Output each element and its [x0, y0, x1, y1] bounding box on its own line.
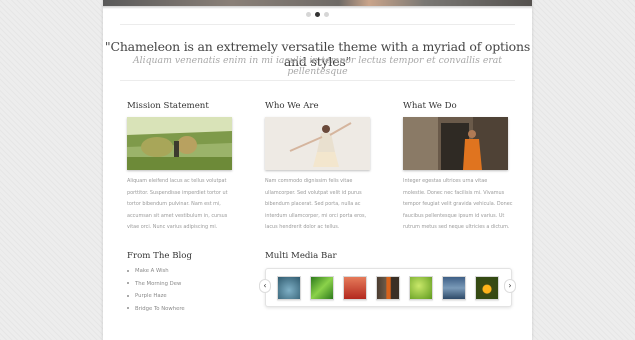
media-thumb-leaf-icon[interactable]	[310, 276, 334, 300]
media-thumb-monk-icon[interactable]	[376, 276, 400, 300]
blog-list: Make A Wish The Morning Dew Purple Haze …	[127, 265, 185, 315]
divider-intro	[120, 80, 515, 81]
featured-slider[interactable]	[103, 0, 532, 9]
blog-item[interactable]: The Morning Dew	[127, 278, 185, 291]
blog-title: From The Blog	[127, 251, 192, 261]
slider-dot-2[interactable]	[315, 12, 320, 17]
media-next-button[interactable]: ›	[504, 279, 516, 293]
intro-subquote: Aliquam venenatis enim in mi iaculis in …	[132, 55, 503, 77]
slider-dot-3[interactable]	[324, 12, 329, 17]
what-we-do-title: What We Do	[403, 101, 457, 111]
blog-item[interactable]: Purple Haze	[127, 290, 185, 303]
who-we-are-image[interactable]	[265, 117, 370, 170]
slider-dots	[306, 12, 329, 17]
blog-item[interactable]: Bridge To Nowhere	[127, 303, 185, 316]
who-we-are-text: Nam commodo dignissim felis vitae ullamco…	[265, 178, 367, 231]
divider-top	[120, 24, 515, 25]
media-thumb-green-sprout-icon[interactable]	[409, 276, 433, 300]
mission-image[interactable]	[127, 117, 232, 170]
blog-item[interactable]: Make A Wish	[127, 265, 185, 278]
media-bar-title: Multi Media Bar	[265, 251, 337, 261]
media-thumb-red-forest-icon[interactable]	[343, 276, 367, 300]
media-thumb-waterfall-icon[interactable]	[442, 276, 466, 300]
mission-statement-title: Mission Statement	[127, 101, 209, 111]
who-we-are-title: Who We Are	[265, 101, 319, 111]
what-we-do-image[interactable]	[403, 117, 508, 170]
media-prev-button[interactable]: ‹	[259, 279, 271, 293]
what-we-do-text: Integer egestas ultrices urna vitae moles…	[403, 178, 513, 231]
media-thumb-pond-icon[interactable]	[277, 276, 301, 300]
slider-dot-1[interactable]	[306, 12, 311, 17]
mission-text: Aliquam eleifend lacus ac tellus volutpa…	[127, 178, 228, 231]
media-thumb-toucan-icon[interactable]	[475, 276, 499, 300]
